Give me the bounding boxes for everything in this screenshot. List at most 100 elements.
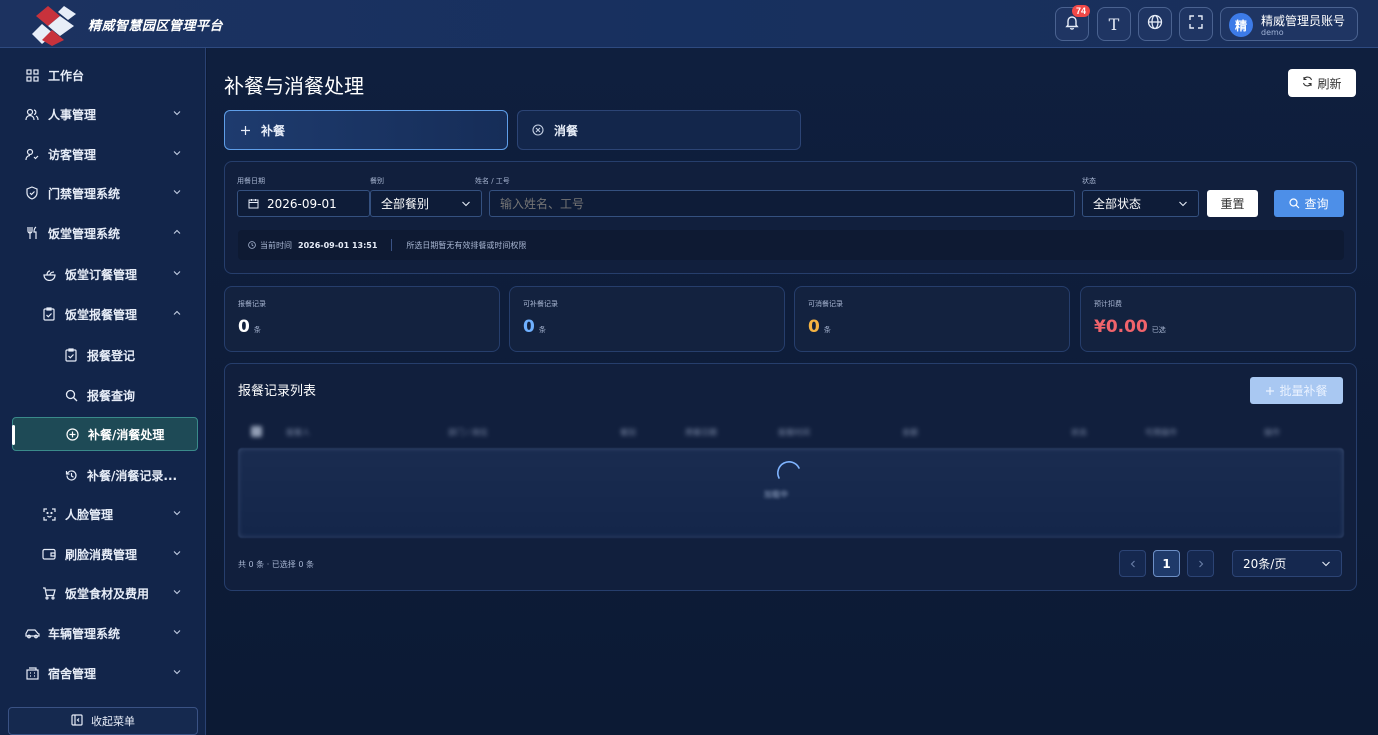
chevron-right-icon (1198, 560, 1203, 567)
fullscreen-button[interactable] (1179, 7, 1213, 41)
chevron-down-icon (173, 151, 181, 156)
loading-spinner-icon (775, 460, 803, 488)
notification-button[interactable]: 74 (1055, 5, 1090, 41)
sidebar-item-supplement-cancel[interactable]: 补餐/消餐处理 (12, 417, 198, 451)
main-content: 补餐与消餐处理 刷新 补餐 消餐 用餐日期 2026-09-01 餐别 全部餐别… (207, 48, 1378, 735)
sidebar: 工作台 人事管理 访客管理 门禁管理系统 饭堂管理系统 饭堂订餐管理 饭堂报餐管… (0, 48, 206, 735)
reset-button[interactable]: 重置 (1207, 190, 1258, 217)
page-size-select[interactable]: 20条/页 (1232, 550, 1342, 577)
page-button-current[interactable]: 1 (1153, 550, 1180, 577)
prev-page-button[interactable] (1119, 550, 1146, 577)
column-header: 可用操作 (1145, 428, 1177, 437)
chevron-up-icon (173, 229, 181, 234)
chevron-down-icon (173, 590, 181, 595)
sidebar-item-label: 刷脸消费管理 (65, 547, 138, 562)
grid-icon (24, 67, 40, 83)
stat-number: 0 (238, 317, 250, 337)
sidebar-item-report-register[interactable]: 报餐登记 (12, 338, 198, 372)
sidebar-item-supplement-records[interactable]: 补餐/消餐记录... (12, 458, 198, 492)
sidebar-item-access[interactable]: 门禁管理系统 (12, 176, 198, 210)
chevron-down-icon (173, 630, 181, 635)
next-page-button[interactable] (1187, 550, 1214, 577)
notification-badge: 74 (1071, 5, 1090, 17)
calendar-icon (248, 198, 259, 209)
table-header: 报餐人 部门 / 岗位 餐别 用餐日期 报餐时间 金额 状态 可用操作 操作 (238, 420, 1344, 444)
sidebar-item-label: 补餐/消餐处理 (88, 427, 165, 442)
sidebar-item-vehicle[interactable]: 车辆管理系统 (12, 616, 198, 650)
select-all-checkbox[interactable] (251, 426, 262, 437)
column-header: 报餐人 (286, 428, 310, 437)
date-value: 2026-09-01 (267, 196, 337, 211)
cart-icon (41, 585, 57, 601)
chevron-down-icon (173, 190, 181, 195)
building-icon (24, 665, 40, 681)
font-size-button[interactable]: T (1097, 7, 1131, 41)
query-button[interactable]: 查询 (1274, 190, 1344, 217)
top-bar: 精威智慧园区管理平台 74 T 精 精威管理员账号 demo (0, 0, 1378, 48)
collapse-menu-button[interactable]: 收起菜单 (8, 707, 198, 735)
query-label: 查询 (1304, 197, 1329, 211)
current-time-label: 当前时间 (260, 240, 292, 250)
tab-supplement[interactable]: 补餐 (224, 110, 508, 150)
sidebar-item-hr[interactable]: 人事管理 (12, 97, 198, 131)
sidebar-item-face[interactable]: 人脸管理 (12, 497, 198, 531)
globe-icon (1147, 14, 1163, 34)
stat-label: 可消餐记录 (808, 300, 843, 308)
stat-label: 可补餐记录 (523, 300, 558, 308)
search-icon (1289, 198, 1300, 209)
info-divider (391, 239, 393, 251)
plus-circle-icon (64, 426, 80, 442)
sidebar-item-label: 门禁管理系统 (48, 186, 121, 201)
sidebar-item-dorm[interactable]: 宿舍管理 (12, 656, 198, 690)
sidebar-item-label: 访客管理 (48, 147, 97, 162)
chevron-down-icon (173, 111, 181, 116)
chevron-left-icon (1130, 560, 1135, 567)
collapse-menu-label: 收起菜单 (91, 715, 135, 728)
stat-number: 0 (808, 317, 820, 337)
chevron-down-icon (173, 271, 181, 276)
clipboard-icon (41, 306, 57, 322)
sidebar-item-workbench[interactable]: 工作台 (12, 58, 198, 92)
batch-supplement-button[interactable]: 批量补餐 (1250, 377, 1343, 404)
column-header: 金额 (902, 428, 918, 437)
chevron-down-icon (1179, 201, 1187, 207)
sidebar-item-label: 人脸管理 (65, 507, 114, 522)
sidebar-item-canteen-report[interactable]: 饭堂报餐管理 (12, 297, 198, 331)
clock-icon (248, 241, 256, 249)
sidebar-item-label: 宿舍管理 (48, 666, 97, 681)
name-search-input[interactable] (489, 190, 1075, 217)
sidebar-item-report-query[interactable]: 报餐查询 (12, 378, 198, 412)
column-header: 状态 (1071, 428, 1087, 437)
sidebar-item-canteen-order[interactable]: 饭堂订餐管理 (12, 257, 198, 291)
user-menu[interactable]: 精 精威管理员账号 demo (1220, 7, 1358, 41)
sidebar-item-canteen[interactable]: 饭堂管理系统 (12, 216, 198, 250)
stat-value: 0条 (808, 317, 831, 337)
meal-select[interactable]: 全部餐别 (370, 190, 482, 217)
sidebar-item-ingredients[interactable]: 饭堂食材及费用 (12, 576, 198, 610)
tab-cancel[interactable]: 消餐 (517, 110, 801, 150)
stat-unit: 条 (253, 326, 261, 334)
stat-card-supplementable: 可补餐记录 0条 (509, 286, 785, 352)
shield-icon (24, 185, 40, 201)
date-picker[interactable]: 2026-09-01 (237, 190, 370, 217)
refresh-button[interactable]: 刷新 (1288, 69, 1356, 97)
chevron-down-icon (173, 511, 181, 516)
language-button[interactable] (1138, 7, 1172, 41)
current-time-value: 2026-09-01 13:51 (298, 240, 378, 250)
sidebar-collapse-icon (71, 713, 83, 729)
chevron-down-icon (173, 551, 181, 556)
stat-card-cancellable: 可消餐记录 0条 (794, 286, 1070, 352)
status-select[interactable]: 全部状态 (1082, 190, 1199, 217)
meal-label: 餐别 (370, 177, 384, 185)
face-scan-icon (41, 506, 57, 522)
records-summary: 共 0 条 · 已选择 0 条 (238, 560, 314, 569)
avatar: 精 (1229, 13, 1253, 37)
sidebar-item-face-pay[interactable]: 刷脸消费管理 (12, 537, 198, 571)
utensils-icon (24, 225, 40, 241)
column-header: 用餐日期 (685, 428, 717, 437)
stat-number: ¥0.00 (1094, 317, 1148, 337)
chevron-down-icon (1322, 561, 1330, 567)
page-size-value: 20条/页 (1243, 557, 1287, 571)
stat-unit: 条 (823, 326, 831, 334)
sidebar-item-visitor[interactable]: 访客管理 (12, 137, 198, 171)
